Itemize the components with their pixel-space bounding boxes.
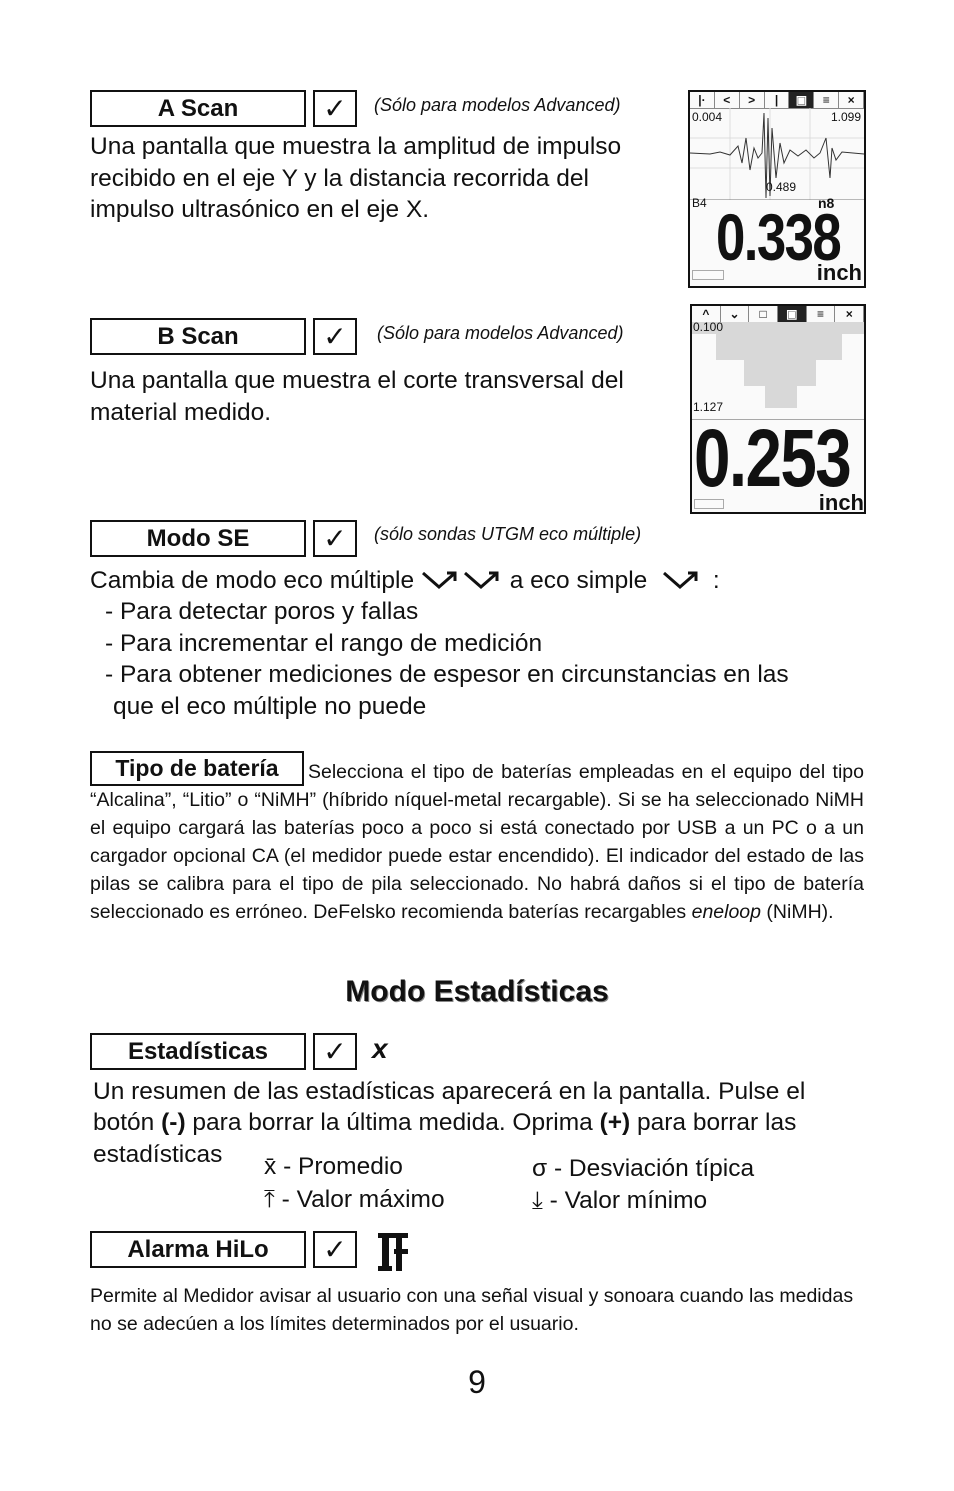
bullet-item: - Para incrementar el rango de medición	[105, 630, 543, 657]
save-icon: ▣	[789, 92, 815, 108]
checkmark-icon: ✓	[313, 1033, 357, 1070]
text: (NiMH).	[766, 901, 834, 923]
probe-label: B4	[692, 196, 707, 210]
save-icon: ▣	[778, 306, 807, 322]
statistics-line3: estadísticas	[93, 1141, 223, 1168]
unit-label: inch	[818, 490, 864, 514]
a-scan-label: A Scan	[90, 90, 306, 127]
stat-std-dev: σ - Desviación típica	[532, 1153, 754, 1185]
modo-se-label: Modo SE	[90, 520, 306, 557]
a-scan-note: (Sólo para modelos Advanced)	[374, 95, 621, 115]
text: a eco simple	[509, 567, 648, 594]
top-depth-value: 0.100	[693, 320, 724, 334]
battery-icon	[694, 499, 724, 509]
statistics-label: Estadísticas	[90, 1033, 306, 1070]
toolbar-button: ⌄	[721, 306, 750, 322]
single-echo-icon	[663, 571, 698, 589]
statistics-line1: Un resumen de las estadísticas aparecerá…	[93, 1078, 806, 1105]
stat-average: x̄ - Promedio	[264, 1151, 403, 1183]
toolbar-button: <	[715, 92, 740, 108]
modo-se-line: Cambia de modo eco múltiple a eco simple…	[90, 565, 720, 597]
text: :	[712, 567, 720, 594]
a-scan-screen: |· < > | ▣ ≡ × 0.004 1.099 0.489 B4 n8 0.338 i…	[688, 90, 866, 288]
statistics-icon: x	[372, 1033, 388, 1064]
brand-name: eneloop	[691, 901, 761, 923]
statistics-line2: botón (-) para borrar la última medida. …	[93, 1107, 796, 1139]
manual-page: A Scan ✓ (Sólo para modelos Advanced) Un…	[0, 0, 954, 1491]
unit-label: inch	[816, 260, 862, 285]
page-number: 9	[468, 1364, 486, 1400]
hilo-alarm-label: Alarma HiLo	[90, 1231, 306, 1268]
text: para borrar la última medida. Oprima	[192, 1109, 593, 1136]
bullet-item: que el eco múltiple no puede	[113, 693, 427, 720]
text: - Promedio	[283, 1153, 403, 1180]
text: Cambia de modo eco múltiple	[90, 567, 415, 594]
b-scan-label: B Scan	[90, 318, 306, 355]
battery-icon	[692, 270, 724, 280]
b-scan-description: Una pantalla que muestra el corte transv…	[90, 367, 624, 426]
toolbar-button: |·	[690, 92, 715, 108]
b-scan-note: (Sólo para modelos Advanced)	[377, 323, 624, 343]
multiple-echo-icon	[421, 571, 499, 589]
text: Selecciona el tipo de baterías empleadas…	[308, 761, 792, 783]
checkmark-icon: ✓	[313, 90, 357, 127]
sigma-icon: σ	[532, 1155, 548, 1182]
a-scan-description: Una pantalla que muestra la amplitud de …	[90, 133, 622, 223]
stat-min: ⤓ - Valor mínimo	[532, 1185, 707, 1217]
menu-icon: ≡	[814, 92, 840, 108]
checkmark-icon: ✓	[313, 1231, 357, 1268]
bullet-item: - Para detectar poros y fallas	[105, 598, 419, 625]
close-icon: ×	[835, 306, 864, 322]
text: - Valor máximo	[281, 1186, 445, 1213]
text: - Valor mínimo	[549, 1187, 708, 1214]
average-icon: x̄	[264, 1153, 277, 1180]
text: botón	[93, 1109, 155, 1136]
text: para borrar las	[637, 1109, 797, 1136]
toolbar-button: □	[749, 306, 779, 322]
toolbar-button: |	[765, 92, 790, 108]
text: - Desviación típica	[553, 1155, 755, 1182]
toolbar-button: >	[740, 92, 765, 108]
minus-key: (-)	[161, 1109, 186, 1136]
thickness-reading: 0.253	[694, 413, 852, 504]
b-scan-screen: ^ ⌄ □ ▣ ≡ × 0.100 1.127 0.253 inch	[690, 304, 866, 514]
section-title: Modo Estadísticas	[345, 975, 609, 1008]
menu-icon: ≡	[807, 306, 836, 322]
checkmark-icon: ✓	[313, 318, 357, 355]
min-icon: ⤓	[532, 1187, 543, 1214]
gate-value: 0.489	[766, 180, 797, 194]
close-icon: ×	[839, 92, 864, 108]
battery-type-description: Selecciona el tipo de baterías empleadas…	[90, 758, 864, 926]
plus-key: (+)	[599, 1109, 631, 1136]
bullet-item: - Para obtener mediciones de espesor en …	[105, 661, 789, 688]
hilo-alarm-description: Permite al Medidor avisar al usuario con…	[90, 1285, 854, 1335]
checkmark-icon: ✓	[313, 520, 357, 557]
hilo-alarm-icon	[378, 1233, 408, 1271]
a-scan-toolbar: |· < > | ▣ ≡ ×	[690, 92, 864, 109]
bottom-depth-value: 1.127	[693, 400, 724, 414]
max-icon: ⤒	[264, 1186, 275, 1213]
text: del tipo “Alcalina”, “Litio” o “NiMH” (h…	[90, 761, 864, 923]
stat-max: ⤒ - Valor máximo	[264, 1184, 445, 1216]
modo-se-note: (sólo sondas UTGM eco múltiple)	[374, 524, 642, 544]
